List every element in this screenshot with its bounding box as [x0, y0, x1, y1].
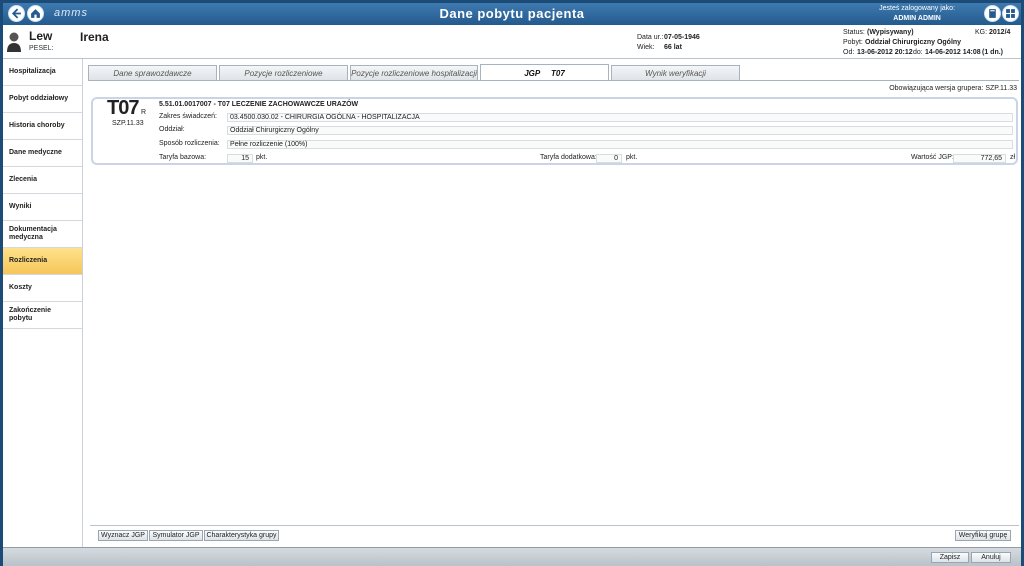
weryfikuj-grupe-button[interactable]: Weryfikuj grupę [955, 530, 1011, 541]
sidebar-item-zlecenia[interactable]: Zlecenia [3, 167, 82, 194]
bottom-bar: Zapisz Anuluj [3, 547, 1021, 566]
tab-pozycje-hospitalizacji[interactable]: Pozycje rozliczeniowe hospitalizacji [350, 65, 478, 80]
taryfa-bazowa-label: Taryfa bazowa: [159, 154, 207, 161]
wartosc-label: Wartość JGP: [911, 154, 954, 161]
wyznacz-jgp-button[interactable]: Wyznacz JGP [98, 530, 148, 541]
age-value: 66 lat [664, 44, 682, 51]
tab-divider [88, 80, 1019, 81]
patient-avatar-icon [7, 32, 21, 52]
status-value: (Wypisywany) [867, 29, 914, 36]
title-bar: amms Dane pobytu pacjenta Jesteś zalogow… [3, 3, 1021, 25]
patient-first-name: Irena [80, 30, 109, 44]
tab-jgp[interactable]: JGP T07 [480, 64, 609, 81]
sidebar-item-hospitalizacja[interactable]: Hospitalizacja [3, 59, 82, 86]
symulator-jgp-button[interactable]: Symulator JGP [149, 530, 203, 541]
patient-last-name: Lew [29, 29, 53, 43]
taryfa-dodatkowa-field: 0 [596, 154, 622, 163]
oddzial-field: Oddział Chirurgiczny Ogólny [227, 126, 1013, 135]
sidebar-nav: Hospitalizacja Pobyt oddziałowy Historia… [3, 59, 83, 547]
from-value: 13-06-2012 20:12 [857, 49, 913, 56]
wartosc-field: 772,65 [953, 154, 1006, 163]
taryfa-dodatkowa-unit: pkt. [626, 154, 638, 161]
tab-dane-sprawozdawcze[interactable]: Dane sprawozdawcze [88, 65, 217, 80]
grouper-version-value: SZP.11.33 [985, 85, 1017, 92]
jgp-group-panel: T07 R SZP.11.33 5.51.01.0017007 - T07 LE… [91, 97, 1018, 165]
sidebar-item-historia-choroby[interactable]: Historia choroby [3, 113, 82, 140]
patient-header: Lew Irena PESEL: Data ur.: 07-05-1946 Wi… [3, 25, 1021, 59]
group-code: T07 [107, 97, 139, 119]
group-suffix: R [141, 109, 147, 116]
dob-label: Data ur.: [637, 34, 664, 41]
main-panel: Dane sprawozdawcze Pozycje rozliczeniowe… [84, 59, 1021, 547]
sidebar-item-dokumentacja-medyczna[interactable]: Dokumentacja medyczna [3, 221, 82, 248]
pobyt-value: Oddział Chirurgiczny Ogólny [865, 39, 962, 46]
taryfa-bazowa-unit: pkt. [256, 154, 268, 161]
sidebar-item-wyniki[interactable]: Wyniki [3, 194, 82, 221]
group-version: SZP.11.33 [112, 120, 144, 127]
pobyt-label: Pobyt: [843, 39, 863, 46]
grouper-version: Obowiązująca wersja grupera: SZP.11.33 [889, 85, 1017, 92]
taryfa-bazowa-field: 15 [227, 154, 253, 163]
book-icon [989, 9, 996, 18]
logged-in-label: Jesteś zalogowany jako: [879, 5, 955, 12]
wartosc-currency: zł [1010, 154, 1016, 161]
logged-in-info: Jesteś zalogowany jako: ADMIN ADMIN [879, 4, 955, 24]
sposob-label: Sposób rozliczenia: [159, 140, 220, 147]
grid-icon [1006, 9, 1015, 18]
kg-label: KG: [975, 29, 988, 36]
charakterystyka-grupy-button[interactable]: Charakterystyka grupy [204, 530, 279, 541]
sidebar-item-pobyt-oddzialowy[interactable]: Pobyt oddziałowy [3, 86, 82, 113]
logged-in-user: ADMIN ADMIN [893, 15, 941, 22]
age-label: Wiek: [637, 44, 655, 51]
sposob-field: Pełne rozliczenie (100%) [227, 140, 1013, 149]
from-label: Od: [843, 49, 855, 56]
grouper-version-label: Obowiązująca wersja grupera: [889, 85, 984, 92]
tab-pozycje-rozliczeniowe[interactable]: Pozycje rozliczeniowe [219, 65, 348, 80]
sidebar-item-koszty[interactable]: Koszty [3, 275, 82, 302]
group-title: 5.51.01.0017007 - T07 LECZENIE ZACHOWAWC… [159, 101, 359, 108]
sidebar-item-zakonczenie-pobytu[interactable]: Zakończenie pobytu [3, 302, 82, 329]
book-button[interactable] [984, 5, 1001, 22]
app-window: amms Dane pobytu pacjenta Jesteś zalogow… [0, 0, 1024, 566]
dob-value: 07-05-1946 [664, 34, 700, 41]
zapisz-button[interactable]: Zapisz [931, 552, 969, 563]
oddzial-label: Oddział: [159, 126, 185, 133]
pesel-label: PESEL: [29, 45, 54, 52]
zakres-label: Zakres świadczeń: [159, 113, 217, 120]
tab-wynik-weryfikacji[interactable]: Wynik weryfikacji [611, 65, 740, 80]
to-value: 14-06-2012 14:08 [925, 49, 981, 56]
zakres-field: 03.4500.030.02 - CHIRURGIA OGÓLNA - HOSP… [227, 113, 1013, 122]
to-label: do: [913, 49, 923, 56]
modules-button[interactable] [1002, 5, 1019, 22]
anuluj-button[interactable]: Anuluj [971, 552, 1011, 563]
footer-divider [90, 525, 1019, 526]
sidebar-item-rozliczenia[interactable]: Rozliczenia [3, 248, 82, 275]
sidebar-item-dane-medyczne[interactable]: Dane medyczne [3, 140, 82, 167]
taryfa-dodatkowa-label: Taryfa dodatkowa: [540, 154, 597, 161]
status-label: Status: [843, 29, 865, 36]
kg-value: 2012/4 [989, 29, 1011, 36]
window-title: Dane pobytu pacjenta [439, 6, 585, 21]
duration-value: (1 dn.) [982, 49, 1003, 56]
